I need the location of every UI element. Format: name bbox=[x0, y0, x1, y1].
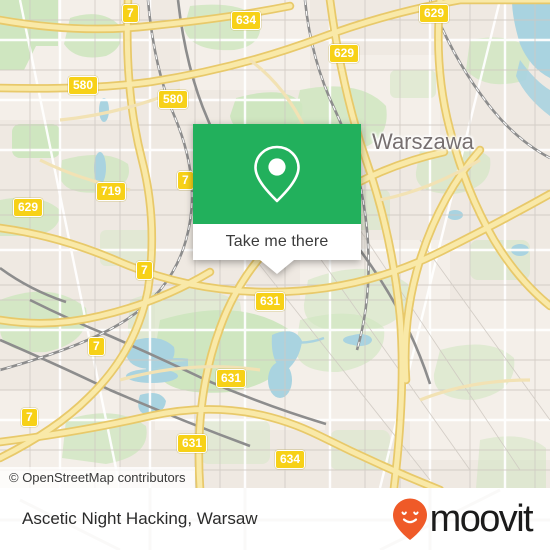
map-city-label: Warszawa bbox=[372, 129, 474, 154]
take-me-there-button[interactable]: Take me there bbox=[193, 224, 361, 260]
footer-bar: Ascetic Night Hacking, Warsaw moovit bbox=[0, 488, 550, 550]
callout-pointer-tail bbox=[260, 260, 294, 274]
map-pin-icon bbox=[254, 145, 300, 203]
road-shield: 629 bbox=[13, 198, 44, 217]
road-shield: 629 bbox=[419, 4, 450, 23]
road-shield: 7 bbox=[88, 337, 105, 356]
road-shield: 7 bbox=[21, 408, 38, 427]
location-callout-card[interactable]: Take me there bbox=[193, 124, 361, 274]
road-shield: 580 bbox=[158, 90, 189, 109]
place-title: Ascetic Night Hacking, Warsaw bbox=[22, 509, 258, 528]
road-shield: 631 bbox=[177, 434, 208, 453]
moovit-wordmark: moovit bbox=[429, 498, 534, 540]
take-me-there-label: Take me there bbox=[225, 233, 329, 250]
map-viewport[interactable]: Warszawa 7 634 629 629 580 580 7 719 629 7 631 7 631… bbox=[0, 0, 550, 488]
road-shield: 7 bbox=[136, 261, 153, 280]
map-attribution[interactable]: © OpenStreetMap contributors bbox=[0, 467, 195, 488]
road-shield: 634 bbox=[231, 11, 262, 30]
moovit-logo: moovit bbox=[392, 497, 534, 541]
road-shield: 634 bbox=[275, 450, 306, 469]
road-shield: 631 bbox=[216, 369, 247, 388]
callout-icon-panel bbox=[193, 124, 361, 224]
attribution-text: © OpenStreetMap contributors bbox=[9, 470, 186, 485]
road-shield: 7 bbox=[122, 4, 139, 23]
road-shield: 719 bbox=[96, 182, 127, 201]
road-shield: 631 bbox=[255, 292, 286, 311]
road-shield: 629 bbox=[329, 44, 360, 63]
road-shield: 7 bbox=[177, 171, 194, 190]
moovit-pin-icon bbox=[392, 498, 427, 540]
road-shield: 580 bbox=[68, 76, 99, 95]
